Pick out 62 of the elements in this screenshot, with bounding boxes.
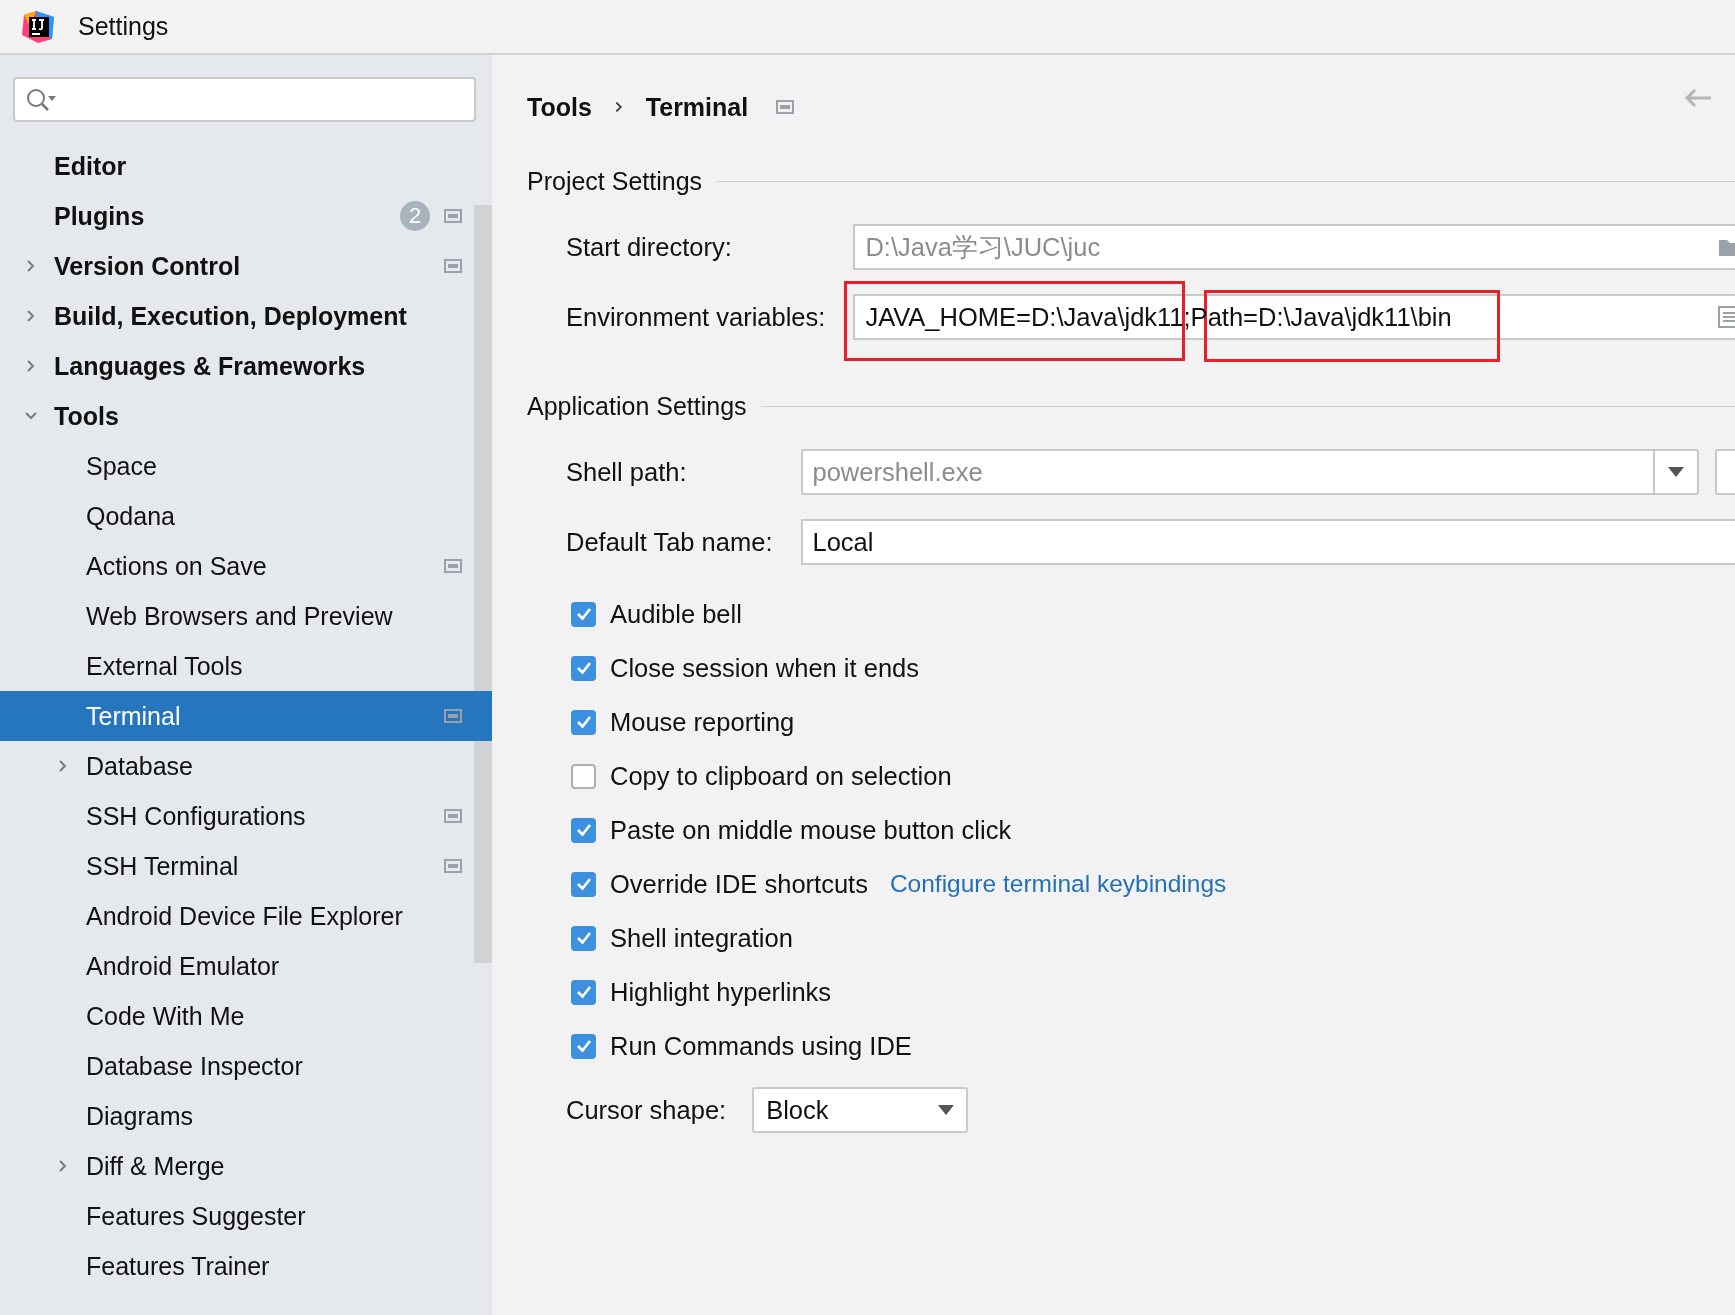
cursor-shape-dropdown[interactable]: Block [752, 1087, 969, 1133]
sidebar-item[interactable]: SSH Configurations [0, 791, 492, 841]
checkbox[interactable] [571, 655, 596, 681]
sidebar-item[interactable]: External Tools [0, 641, 492, 691]
field-label: Shell path: [566, 457, 688, 487]
checkbox-label[interactable]: Override IDE shortcuts [610, 869, 868, 899]
sidebar-item[interactable]: Version Control [0, 241, 492, 291]
checkbox-label[interactable]: Audible bell [610, 599, 742, 629]
sidebar-item[interactable]: Qodana [0, 491, 492, 541]
dropdown-arrow-icon [938, 1105, 955, 1115]
checkbox[interactable] [571, 601, 596, 627]
checkbox-label[interactable]: Copy to clipboard on selection [610, 761, 952, 791]
sidebar-item[interactable]: Diagrams [0, 1091, 492, 1141]
field-label: Environment variables: [566, 302, 826, 332]
checkbox[interactable] [571, 979, 596, 1005]
sidebar-item[interactable]: Database [0, 741, 492, 791]
checkbox[interactable] [571, 763, 596, 789]
checkbox-label[interactable]: Run Commands using IDE [610, 1031, 912, 1061]
checkbox-label[interactable]: Close session when it ends [610, 653, 919, 683]
field-label: Default Tab name: [566, 527, 773, 557]
count-badge: 2 [400, 201, 430, 231]
checkbox-label[interactable]: Paste on middle mouse button click [610, 815, 1012, 845]
breadcrumb[interactable]: Tools [527, 92, 592, 122]
search-field[interactable] [13, 77, 476, 122]
search-icon [25, 86, 59, 113]
checkbox-label[interactable]: Mouse reporting [610, 707, 795, 737]
sidebar-item[interactable]: Space [0, 441, 492, 491]
sidebar-item[interactable]: Editor [0, 141, 492, 191]
sidebar-item[interactable]: Android Device File Explorer [0, 891, 492, 941]
sidebar-item[interactable]: Web Browsers and Preview [0, 591, 492, 641]
dropdown-arrow-icon [1668, 467, 1684, 477]
project-level-icon [776, 100, 795, 114]
checkbox-label[interactable]: Highlight hyperlinks [610, 977, 832, 1007]
section-title: Application Settings [527, 391, 747, 421]
sidebar-item[interactable]: Tools [0, 391, 492, 441]
sidebar-item[interactable]: Features Suggester [0, 1191, 492, 1241]
sidebar-item[interactable]: Actions on Save [0, 541, 492, 591]
checkbox[interactable] [571, 709, 596, 735]
field-label: Cursor shape: [566, 1095, 727, 1125]
checkbox[interactable] [571, 1033, 596, 1059]
scrollbar[interactable] [474, 205, 492, 963]
sidebar-item[interactable]: Android Emulator [0, 941, 492, 991]
sidebar-item[interactable]: Build, Execution, Deployment [0, 291, 492, 341]
sidebar-item[interactable]: Database Inspector [0, 1041, 492, 1091]
app-logo-icon [20, 8, 56, 45]
checkbox-label[interactable]: Shell integration [610, 923, 793, 953]
sidebar-item[interactable]: Languages & Frameworks [0, 341, 492, 391]
keybindings-link[interactable]: Configure terminal keybindings [889, 870, 1227, 898]
sidebar-item[interactable]: SSH Terminal [0, 841, 492, 891]
checkbox[interactable] [571, 817, 596, 843]
sidebar-item[interactable]: Features Trainer [0, 1241, 492, 1291]
window-title: Settings [78, 12, 169, 41]
field-label: Start directory: [566, 232, 733, 262]
checkbox[interactable] [571, 925, 596, 951]
sidebar-item[interactable]: Plugins 2 [0, 191, 492, 241]
sidebar-item[interactable]: Diff & Merge [0, 1141, 492, 1191]
sidebar-item[interactable]: Code With Me [0, 991, 492, 1041]
sidebar-item[interactable]: Terminal [0, 691, 492, 741]
checkbox[interactable] [571, 871, 596, 897]
tab-name-field[interactable]: Local [800, 519, 1735, 565]
breadcrumb: Terminal [645, 92, 749, 122]
section-title: Project Settings [527, 166, 703, 196]
